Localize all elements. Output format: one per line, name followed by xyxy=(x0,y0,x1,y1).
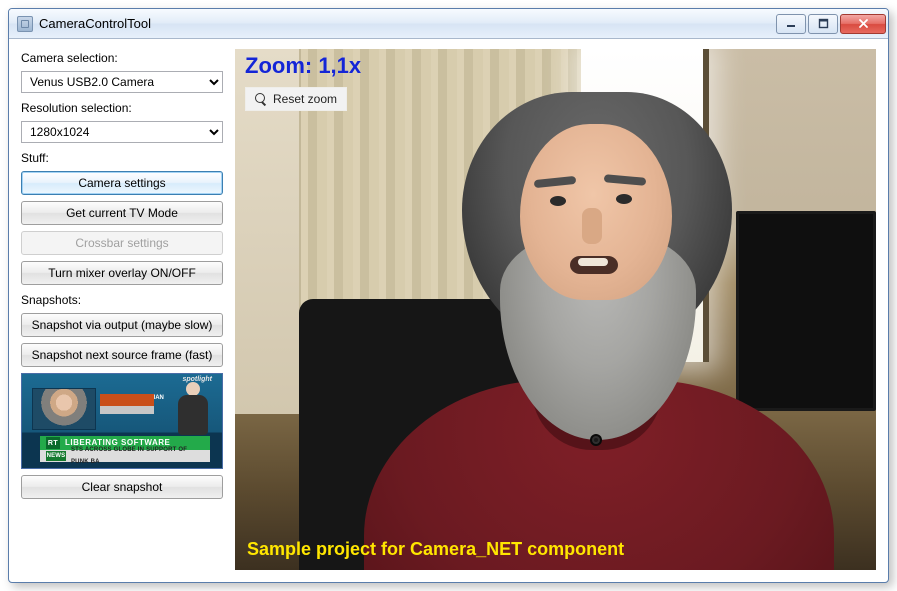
app-window: CameraControlTool Camera selection: Venu… xyxy=(8,8,889,583)
thumb-ticker-text: STS ACROSS GLOBE IN SUPPORT OF PUNK BA xyxy=(71,444,204,468)
overlay-footer-text: Sample project for Camera_NET component xyxy=(247,539,624,560)
video-panel[interactable]: Zoom: 1,1x Reset zoom Sample project for… xyxy=(235,49,876,570)
window-title: CameraControlTool xyxy=(39,16,151,31)
left-panel: Camera selection: Venus USB2.0 Camera Re… xyxy=(21,49,223,570)
thumb-ticker: NEWS STS ACROSS GLOBE IN SUPPORT OF PUNK… xyxy=(40,450,210,462)
reset-zoom-label: Reset zoom xyxy=(273,92,337,106)
minimize-button[interactable] xyxy=(776,14,806,34)
thumb-banner-logo: RT xyxy=(46,437,60,449)
clear-snapshot-button[interactable]: Clear snapshot xyxy=(21,475,223,499)
maximize-button[interactable] xyxy=(808,14,838,34)
stuff-label: Stuff: xyxy=(21,151,223,165)
magnifier-icon xyxy=(255,93,267,105)
reset-zoom-button[interactable]: Reset zoom xyxy=(245,87,347,111)
video-feed xyxy=(235,49,876,570)
mixer-overlay-button[interactable]: Turn mixer overlay ON/OFF xyxy=(21,261,223,285)
camera-settings-button[interactable]: Camera settings xyxy=(21,171,223,195)
zoom-label: Zoom: 1,1x xyxy=(245,53,361,79)
thumb-presenter xyxy=(176,382,210,436)
snapshot-source-button[interactable]: Snapshot next source frame (fast) xyxy=(21,343,223,367)
titlebar[interactable]: CameraControlTool xyxy=(9,9,888,39)
app-icon xyxy=(17,16,33,32)
snapshots-label: Snapshots: xyxy=(21,293,223,307)
camera-selection-combo[interactable]: Venus USB2.0 Camera xyxy=(21,71,223,93)
tv-mode-button[interactable]: Get current TV Mode xyxy=(21,201,223,225)
crossbar-settings-button: Crossbar settings xyxy=(21,231,223,255)
resolution-selection-combo[interactable]: 1280x1024 xyxy=(21,121,223,143)
camera-selection-label: Camera selection: xyxy=(21,51,223,65)
thumb-headshot xyxy=(32,388,96,430)
snapshot-thumbnail: spotlight RICHARD STALLMAN GNU FOUNDER R… xyxy=(21,373,223,469)
snapshot-output-button[interactable]: Snapshot via output (maybe slow) xyxy=(21,313,223,337)
thumb-ticker-logo: NEWS xyxy=(46,451,66,461)
client-area: Camera selection: Venus USB2.0 Camera Re… xyxy=(9,39,888,582)
resolution-selection-label: Resolution selection: xyxy=(21,101,223,115)
window-buttons xyxy=(774,14,886,34)
close-button[interactable] xyxy=(840,14,886,34)
